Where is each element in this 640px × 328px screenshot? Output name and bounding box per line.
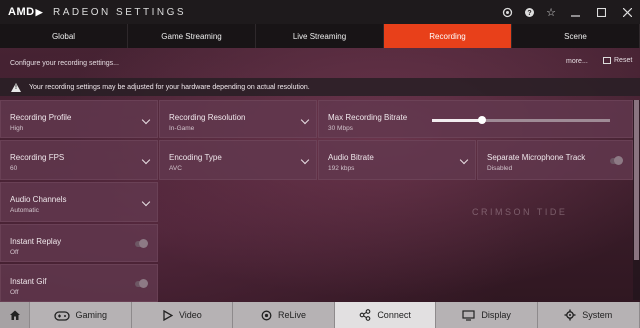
audio-channels-label: Audio Channels (10, 195, 67, 204)
separate-microphone-track-label: Separate Microphone Track (487, 153, 586, 162)
configure-text: Configure your recording settings... (10, 59, 119, 67)
instant-replay-toggle[interactable]: Instant Replay Off (0, 224, 158, 262)
recording-fps-label: Recording FPS (10, 153, 65, 162)
chevron-down-icon (300, 115, 310, 125)
recording-resolution-label: Recording Resolution (169, 113, 246, 122)
recording-profile-label: Recording Profile (10, 113, 72, 122)
audio-channels-dropdown[interactable]: Audio Channels Automatic (0, 182, 158, 222)
reset-button[interactable]: Reset (603, 57, 632, 64)
max-recording-bitrate-label: Max Recording Bitrate (328, 113, 408, 122)
recording-fps-value: 60 (10, 165, 18, 172)
toggle-switch[interactable] (135, 239, 148, 248)
help-icon[interactable]: ? (518, 0, 540, 24)
tab-live-streaming[interactable]: Live Streaming (256, 24, 384, 48)
app-title: RADEON SETTINGS (52, 6, 187, 18)
encoding-type-dropdown[interactable]: Encoding Type AVC (159, 140, 317, 180)
separate-microphone-track-value: Disabled (487, 165, 513, 172)
nav-system[interactable]: System (538, 302, 640, 328)
tab-game-streaming[interactable]: Game Streaming (128, 24, 256, 48)
nav-system-label: System (582, 310, 613, 320)
nav-gaming-label: Gaming (75, 310, 108, 320)
max-recording-bitrate-slider-card: Max Recording Bitrate 30 Mbps (318, 100, 633, 138)
audio-bitrate-label: Audio Bitrate (328, 153, 374, 162)
crimson-tide-watermark: CRIMSON TIDE (472, 207, 568, 217)
home-icon (9, 310, 20, 320)
nav-connect[interactable]: Connect (334, 302, 437, 328)
reset-icon (603, 57, 611, 64)
instant-replay-label: Instant Replay (10, 237, 62, 246)
instant-gif-toggle[interactable]: Instant Gif Off (0, 264, 158, 302)
nav-connect-label: Connect (377, 310, 411, 320)
max-recording-bitrate-value: 30 Mbps (328, 125, 353, 132)
toggle-switch[interactable] (135, 279, 148, 288)
bitrate-slider-handle[interactable] (477, 116, 486, 124)
nav-relive-label: ReLive (277, 310, 306, 320)
recording-fps-dropdown[interactable]: Recording FPS 60 (0, 140, 158, 180)
tab-bar: Global Game Streaming Live Streaming Rec… (0, 24, 640, 48)
recording-resolution-value: In-Game (169, 125, 195, 132)
maximize-button[interactable] (588, 0, 614, 24)
bitrate-slider[interactable] (432, 116, 610, 124)
chevron-down-icon (141, 115, 151, 125)
audio-bitrate-value: 192 kbps (328, 165, 355, 172)
close-button[interactable] (614, 0, 640, 24)
title-bar: AMD▶ RADEON SETTINGS ? ☆ (0, 0, 640, 24)
scrollbar-thumb[interactable] (634, 100, 639, 260)
nav-gaming[interactable]: Gaming (30, 302, 132, 328)
svg-text:?: ? (527, 10, 531, 17)
nav-video[interactable]: Video (132, 302, 234, 328)
nav-display-label: Display (481, 310, 511, 320)
encoding-type-label: Encoding Type (169, 153, 222, 162)
tab-global[interactable]: Global (0, 24, 128, 48)
minimize-button[interactable] (562, 0, 588, 24)
nav-display[interactable]: Display (436, 302, 538, 328)
bottom-nav: Gaming Video ReLive Connect Display Syst… (0, 302, 640, 328)
share-icon (359, 309, 371, 321)
chevron-down-icon (459, 155, 469, 165)
tab-scene[interactable]: Scene (512, 24, 640, 48)
scrollbar[interactable] (633, 100, 640, 300)
chevron-down-icon (141, 197, 151, 207)
recording-resolution-dropdown[interactable]: Recording Resolution In-Game (159, 100, 317, 138)
camera-icon[interactable] (496, 0, 518, 24)
relive-icon (261, 310, 272, 320)
warning-message: Your recording settings may be adjusted … (29, 83, 310, 91)
bitrate-slider-fill (432, 119, 482, 122)
instant-gif-label: Instant Gif (10, 277, 47, 286)
instant-gif-value: Off (10, 289, 19, 296)
recording-profile-value: High (10, 125, 24, 132)
audio-bitrate-dropdown[interactable]: Audio Bitrate 192 kbps (318, 140, 476, 180)
recording-profile-dropdown[interactable]: Recording Profile High (0, 100, 158, 138)
reset-label: Reset (614, 57, 633, 64)
separate-microphone-track-toggle[interactable]: Separate Microphone Track Disabled (477, 140, 633, 180)
chevron-down-icon (141, 155, 151, 165)
encoding-type-value: AVC (169, 165, 182, 172)
instant-replay-value: Off (10, 249, 19, 256)
monitor-icon (462, 309, 476, 321)
gear-icon (564, 309, 576, 321)
star-icon[interactable]: ☆ (540, 0, 562, 24)
sub-header: Configure your recording settings... mor… (0, 52, 640, 74)
more-link[interactable]: more... (566, 58, 588, 65)
nav-video-label: Video (178, 310, 202, 320)
chevron-down-icon (300, 155, 310, 165)
play-icon (163, 309, 173, 321)
warning-icon: ! (11, 82, 21, 92)
amd-logo: AMD▶ (8, 6, 43, 18)
tab-recording[interactable]: Recording (384, 24, 512, 48)
home-button[interactable] (0, 302, 30, 328)
toggle-switch[interactable] (610, 156, 623, 165)
audio-channels-value: Automatic (10, 207, 39, 214)
gamepad-icon (53, 310, 70, 321)
nav-relive[interactable]: ReLive (233, 302, 335, 328)
warning-banner: ! Your recording settings may be adjuste… (0, 78, 640, 96)
